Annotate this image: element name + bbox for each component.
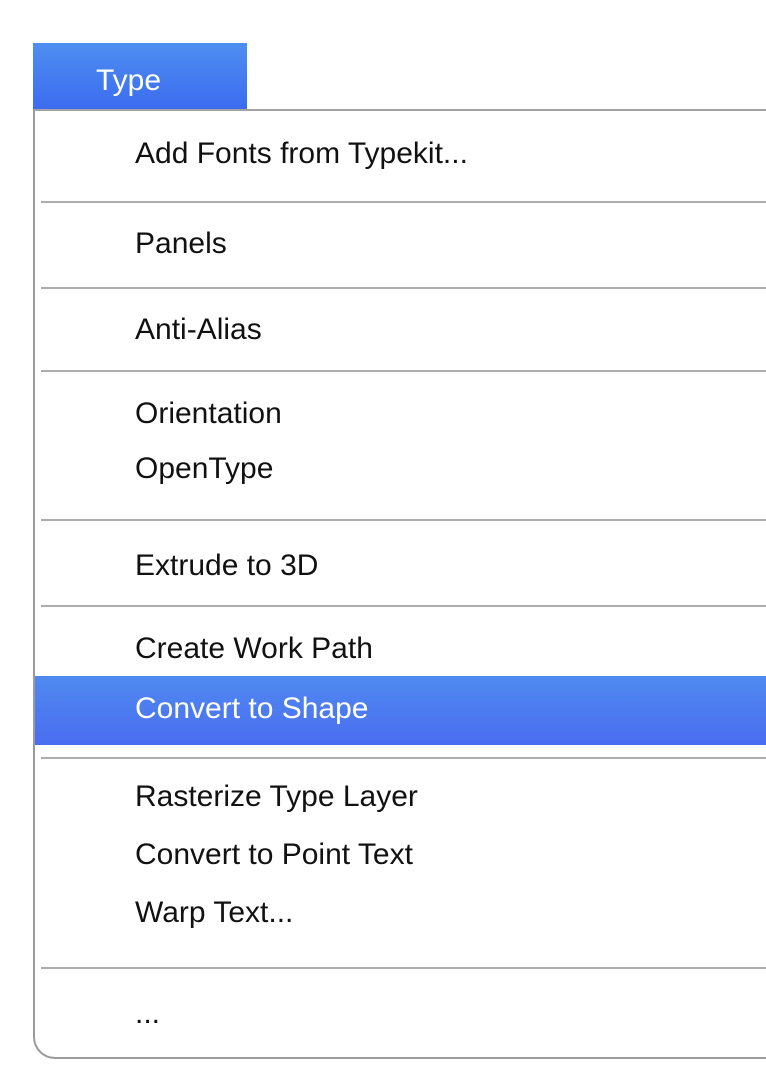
menu-separator — [41, 519, 766, 521]
menu-item-extrude-to-3d[interactable]: Extrude to 3D — [135, 549, 318, 583]
menu-item-create-work-path[interactable]: Create Work Path — [135, 632, 373, 666]
menu-separator — [41, 287, 766, 289]
menu-title-type[interactable]: Type — [33, 43, 247, 109]
menu-separator — [41, 757, 766, 759]
menu-item-rasterize-type-layer[interactable]: Rasterize Type Layer — [135, 780, 418, 814]
menu-item-panels[interactable]: Panels — [135, 227, 227, 261]
menu-item-more[interactable]: ... — [135, 997, 160, 1031]
menu-item-add-fonts-from-typekit[interactable]: Add Fonts from Typekit... — [135, 137, 468, 171]
menu-item-opentype[interactable]: OpenType — [135, 452, 273, 486]
menu-item-anti-alias[interactable]: Anti-Alias — [135, 313, 262, 347]
menu-separator — [41, 967, 766, 969]
menu-separator — [41, 370, 766, 372]
menu-item-convert-to-shape[interactable]: Convert to Shape — [135, 692, 368, 726]
menu-item-orientation[interactable]: Orientation — [135, 397, 282, 431]
menu-item-convert-to-point-text[interactable]: Convert to Point Text — [135, 838, 413, 872]
menu-item-warp-text[interactable]: Warp Text... — [135, 896, 293, 930]
menu-separator — [41, 605, 766, 607]
menu-separator — [41, 201, 766, 203]
